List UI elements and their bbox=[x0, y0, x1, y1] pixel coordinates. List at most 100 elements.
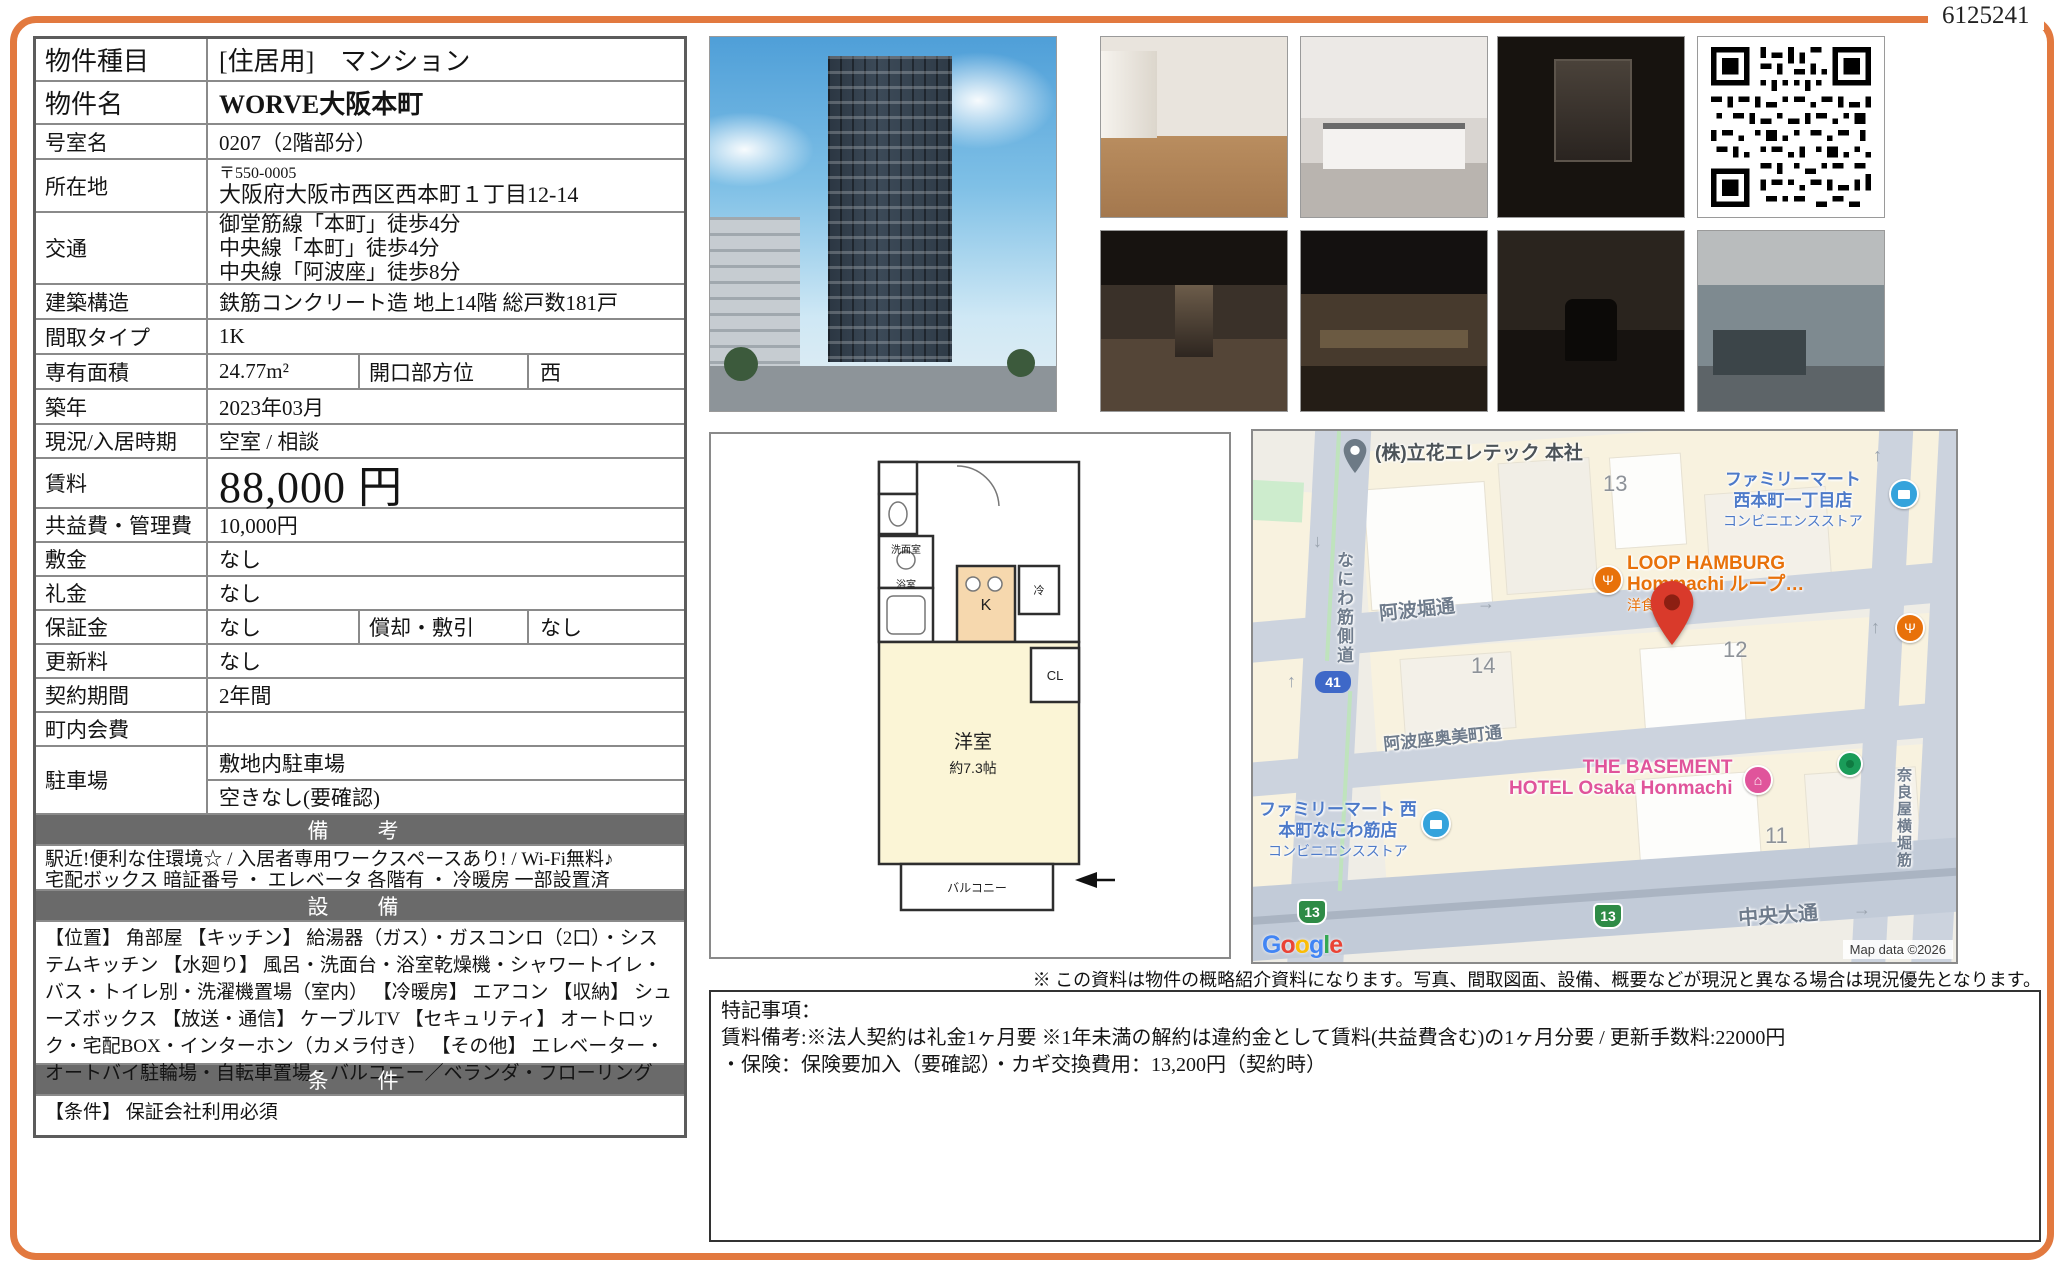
poi-line: HOTEL Osaka Honmachi bbox=[1509, 778, 1733, 799]
table-row: 物件名 WORVE大阪本町 bbox=[36, 82, 684, 125]
table-row: 町内会費 bbox=[36, 713, 684, 747]
poi-line: ファミリーマート 西 bbox=[1259, 799, 1417, 820]
road-label-chuo-odori: 中央大通 bbox=[1737, 896, 1819, 931]
photo-tower bbox=[828, 56, 953, 363]
postal-code: 〒550-0005 bbox=[219, 165, 296, 182]
row-label: 所在地 bbox=[36, 160, 208, 211]
road-arrow: ↑ bbox=[1871, 617, 1880, 638]
row-value: 〒550-0005 大阪府大阪市西区西本町１丁目12-14 bbox=[208, 160, 684, 211]
table-row: 物件種目 [住居用] マンション bbox=[36, 39, 684, 82]
sink-icon bbox=[988, 577, 1002, 591]
poi-line: LOOP HAMBURG bbox=[1627, 553, 1804, 574]
table-row: 更新料 なし bbox=[36, 645, 684, 679]
row-value bbox=[208, 713, 684, 745]
qr-code-svg bbox=[1711, 47, 1871, 207]
map-attribution: Map data ©2026 bbox=[1843, 940, 1953, 959]
toilet-icon bbox=[889, 502, 907, 526]
remarks-header: 備 考 bbox=[36, 815, 684, 846]
restaurant-icon: Ψ bbox=[1593, 565, 1623, 595]
map[interactable]: → ↓ ↑ ↑ ↑ → なにわ筋側道 阿波堀通 阿波座奥美町通 中央大通 奈良屋… bbox=[1251, 429, 1958, 964]
poi-label-basement-hotel: THE BASEMENT HOTEL Osaka Honmachi bbox=[1509, 757, 1733, 799]
row-value2: なし bbox=[529, 611, 684, 643]
road-label-naniwa-side: なにわ筋側道 bbox=[1331, 551, 1356, 665]
main-room-label: 洋室 bbox=[954, 731, 992, 753]
row-label: 駐車場 bbox=[36, 747, 208, 813]
row-value: なし bbox=[208, 611, 358, 643]
block-number-14: 14 bbox=[1471, 653, 1495, 679]
poi-line: ファミリーマート bbox=[1723, 469, 1863, 490]
row-label: 建築構造 bbox=[36, 285, 208, 318]
map-building bbox=[1364, 482, 1492, 610]
workspace-chair-photo bbox=[1497, 230, 1685, 412]
bathroom-photo bbox=[1497, 36, 1685, 218]
qr-code bbox=[1697, 36, 1885, 218]
green-poi-dot bbox=[1846, 760, 1854, 768]
row-label: 物件種目 bbox=[36, 39, 208, 80]
equipment-text: 【位置】 角部屋 【キッチン】 給湯器（ガス）・ガスコンロ（2口）・システムキッ… bbox=[36, 922, 684, 1065]
row-value: 2023年03月 bbox=[208, 390, 684, 423]
table-row: 所在地 〒550-0005 大阪府大阪市西区西本町１丁目12-14 bbox=[36, 160, 684, 213]
row-label: 号室名 bbox=[36, 125, 208, 158]
row-label: 敷金 bbox=[36, 543, 208, 575]
row-value: 1K bbox=[208, 320, 684, 353]
washroom-label: 洗面室 bbox=[891, 543, 921, 556]
entrance-exterior-photo bbox=[1697, 230, 1885, 412]
convenience-store-icon bbox=[1889, 479, 1919, 509]
remarks-text: 駅近!便利な住環境☆ / 入居者専用ワークスペースあり! / Wi-Fi無料♪ … bbox=[36, 846, 684, 891]
closet-label: CL bbox=[1047, 668, 1064, 683]
poi-label-familymart1: ファミリーマート 西本町一丁目店 コンビニエンスストア bbox=[1723, 469, 1863, 532]
table-row: 礼金 なし bbox=[36, 577, 684, 611]
route-shield-13: 13 bbox=[1297, 899, 1327, 925]
table-row: 専有面積 24.77m² 開口部方位 西 bbox=[36, 355, 684, 390]
row-label: 間取タイプ bbox=[36, 320, 208, 353]
row-value: WORVE大阪本町 bbox=[208, 82, 684, 123]
room-interior-photo bbox=[1100, 36, 1288, 218]
row-label: 礼金 bbox=[36, 577, 208, 609]
store-glyph bbox=[1898, 490, 1910, 499]
north-arrow bbox=[1075, 872, 1097, 888]
row-label: 物件名 bbox=[36, 82, 208, 123]
row-label: 築年 bbox=[36, 390, 208, 423]
table-row: 建築構造 鉄筋コンクリート造 地上14階 総戸数181戸 bbox=[36, 285, 684, 320]
road-arrow: ↑ bbox=[1287, 671, 1296, 692]
document-number: 6125241 bbox=[1928, 2, 2044, 30]
row-label: 現況/入居時期 bbox=[36, 425, 208, 457]
table-row: 交通 御堂筋線「本町」徒歩4分 中央線「本町」徒歩4分 中央線「阿波座」徒歩8分 bbox=[36, 213, 684, 285]
road-label-naraya: 奈良屋横堀筋 bbox=[1893, 767, 1914, 869]
block-number-11: 11 bbox=[1765, 823, 1788, 849]
workspace-photo bbox=[1300, 230, 1488, 412]
table-row: 間取タイプ 1K bbox=[36, 320, 684, 355]
row-value: 0207（2階部分） bbox=[208, 125, 684, 158]
row-value: なし bbox=[208, 577, 684, 609]
row-value2: 西 bbox=[529, 355, 684, 388]
photo-street bbox=[710, 366, 1056, 411]
road-arrow: ↑ bbox=[1873, 445, 1882, 466]
parking-line2: 空きなし(要確認) bbox=[208, 781, 684, 813]
table-row: 号室名 0207（2階部分） bbox=[36, 125, 684, 160]
gray-map-pin bbox=[1343, 439, 1367, 473]
stove-icon bbox=[966, 577, 980, 591]
google-logo: Google bbox=[1262, 931, 1342, 960]
row-value: 鉄筋コンクリート造 地上14階 総戸数181戸 bbox=[208, 285, 684, 318]
photo-tree bbox=[724, 347, 758, 381]
green-poi-icon bbox=[1837, 751, 1863, 777]
destination-pin bbox=[1649, 581, 1695, 645]
row-value: 2年間 bbox=[208, 679, 684, 711]
map-park bbox=[1251, 479, 1304, 522]
table-row: 共益費・管理費 10,000円 bbox=[36, 509, 684, 543]
photo-cloud bbox=[709, 112, 814, 187]
table-row: 保証金 なし 償却・敷引 なし bbox=[36, 611, 684, 645]
row-value: 24.77m² bbox=[208, 355, 358, 388]
floor-plan: 洗面室 浴室 K 冷 CL 洋室 約7.3帖 バルコニー bbox=[709, 432, 1231, 959]
route-shield-13: 13 bbox=[1593, 903, 1623, 929]
row-label2: 償却・敷引 bbox=[358, 611, 529, 643]
road-arrow: ↓ bbox=[1313, 531, 1322, 552]
convenience-store-icon bbox=[1421, 809, 1451, 839]
special-notes-line2: ・保険：保険要加入（要確認）・カギ交換費用：13,200円（契約時） bbox=[721, 1052, 2029, 1079]
block-number-13: 13 bbox=[1603, 471, 1627, 497]
poi-line: コンビニエンスストア bbox=[1259, 841, 1417, 862]
special-notes-box: 特記事項： 賃料備考:※法人契約は礼金1ヶ月要 ※1年未満の解約は違約金として賃… bbox=[709, 990, 2041, 1242]
row-label2: 開口部方位 bbox=[358, 355, 529, 388]
row-label: 共益費・管理費 bbox=[36, 509, 208, 541]
row-label: 専有面積 bbox=[36, 355, 208, 388]
